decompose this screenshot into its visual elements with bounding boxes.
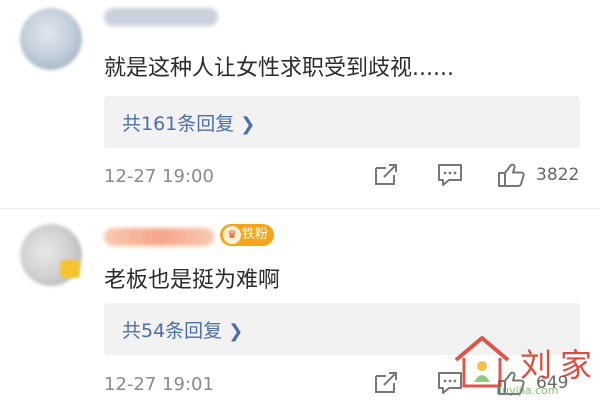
share-icon[interactable] (372, 370, 400, 396)
comment-icon[interactable] (436, 162, 464, 188)
reply-summary-box[interactable]: 共54条回复 ❯ (104, 303, 580, 355)
comment-icon[interactable] (436, 370, 464, 396)
view-replies-link[interactable]: 共54条回复 ❯ (122, 316, 243, 343)
chevron-right-icon: ❯ (240, 114, 256, 135)
comment-actions: 649 (0, 370, 600, 400)
view-replies-link[interactable]: 共161条回复 ❯ (122, 109, 255, 136)
fan-badge-label: 铁粉 (242, 227, 269, 242)
share-icon[interactable] (372, 162, 400, 188)
comment-body: 就是这种人让女性求职受到歧视...... (104, 56, 454, 81)
thumbs-up-icon[interactable] (497, 162, 525, 188)
fan-badge[interactable]: ♛ 铁粉 (220, 224, 275, 246)
comment-body: 老板也是挺为难啊 (104, 268, 281, 293)
comment-item: ♛ 铁粉 老板也是挺为难啊 共54条回复 ❯ 12-27 19:01 649 (0, 210, 600, 404)
comment-item: 就是这种人让女性求职受到歧视...... 共161条回复 ❯ 12-27 19:0… (0, 0, 600, 210)
reply-summary-box[interactable]: 共161条回复 ❯ (104, 96, 580, 148)
avatar[interactable] (20, 8, 82, 70)
reply-count-label: 共54条回复 (122, 320, 223, 342)
username-blurred[interactable] (104, 8, 218, 26)
username-blurred[interactable] (104, 228, 214, 246)
comment-thread: { "comments": [ { "avatar_icon": "user-a… (0, 0, 600, 404)
reply-count-label: 共161条回复 (122, 113, 235, 135)
like-count: 649 (536, 373, 569, 393)
like-count: 3822 (536, 165, 580, 185)
crown-icon: ♛ (223, 226, 241, 244)
avatar-badge (60, 260, 80, 278)
chevron-right-icon: ❯ (228, 321, 244, 342)
thumbs-up-icon[interactable] (497, 370, 525, 396)
divider (0, 208, 600, 209)
comment-actions: 3822 (0, 162, 600, 192)
